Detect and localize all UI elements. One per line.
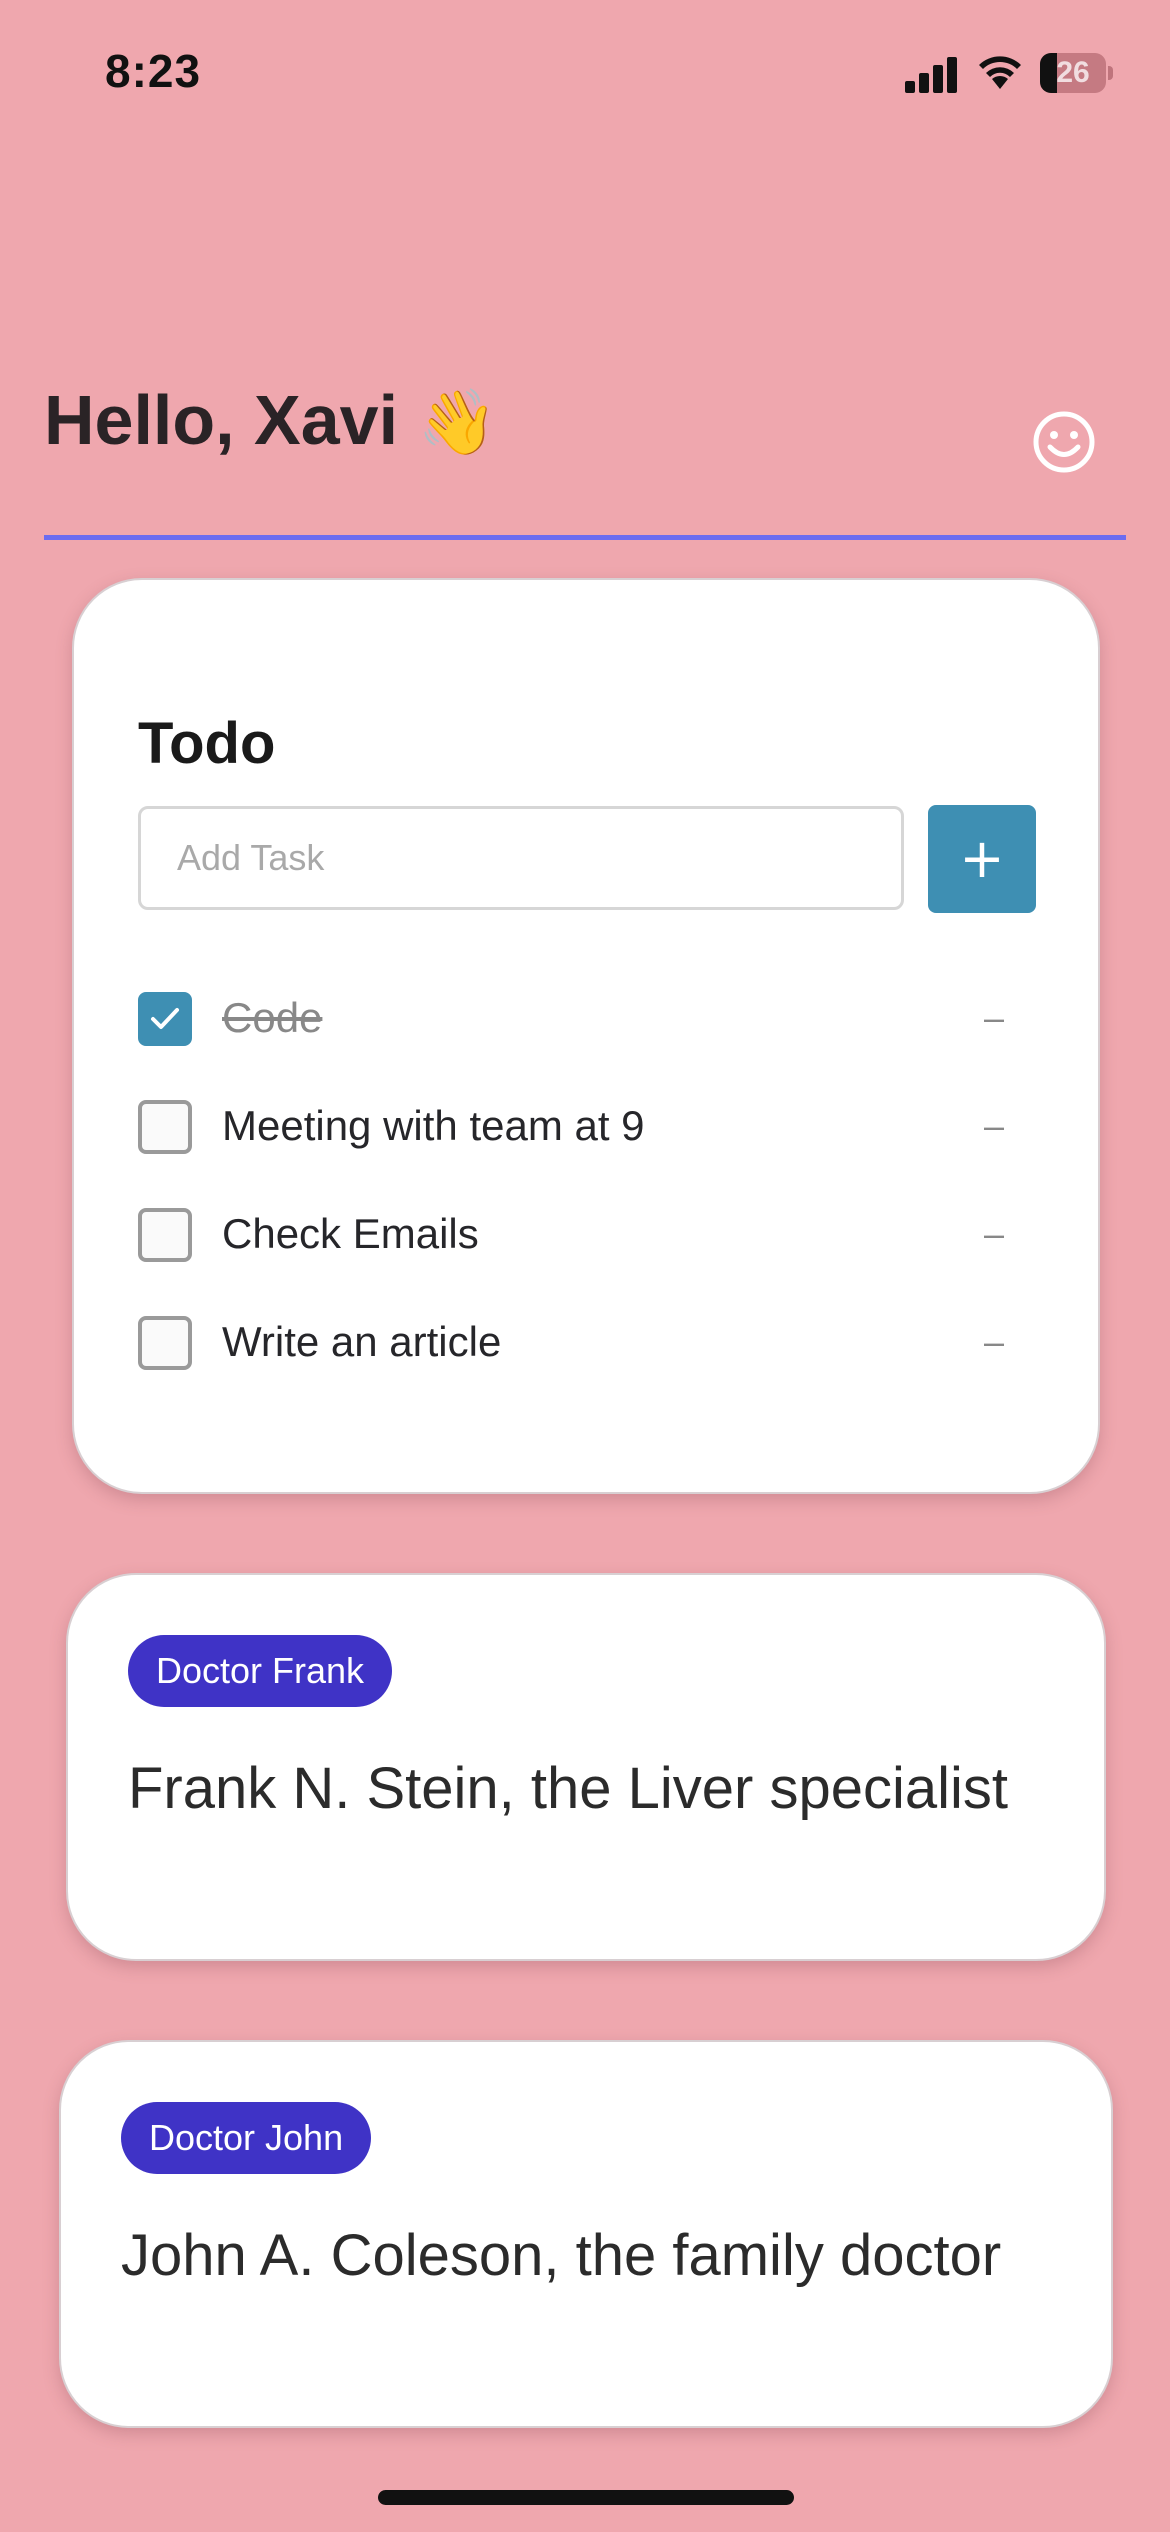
task-label: Check Emails — [222, 1210, 479, 1257]
status-time: 8:23 — [105, 45, 202, 97]
doctor-card[interactable]: Doctor Frank Frank N. Stein, the Liver s… — [66, 1573, 1106, 1961]
task-label: Write an article — [222, 1318, 502, 1365]
doctor-badge: Doctor Frank — [128, 1635, 393, 1707]
header-divider — [44, 535, 1126, 540]
task-label: Meeting with team at 9 — [222, 1102, 645, 1149]
remove-task-button[interactable]: – — [964, 1312, 1024, 1372]
task-item: Code – — [138, 970, 1038, 1078]
greeting-title: Hello, Xavi 👋 — [44, 380, 497, 460]
task-item: Check Emails – — [138, 1186, 1038, 1294]
doctor-description: Frank N. Stein, the Liver specialist — [128, 1756, 1009, 1821]
task-item: Meeting with team at 9 – — [138, 1078, 1038, 1186]
greeting-text: Hello, Xavi — [44, 381, 399, 459]
wifi-icon — [979, 56, 1021, 89]
home-indicator[interactable] — [378, 2490, 794, 2505]
task-checkbox[interactable] — [138, 992, 192, 1046]
task-list: Code – Meeting with team at 9 – Check Em… — [138, 970, 1038, 1402]
task-item: Write an article – — [138, 1294, 1038, 1402]
battery-icon: 26 — [1040, 53, 1114, 93]
checkmark-icon — [151, 1008, 179, 1029]
remove-task-button[interactable]: – — [964, 1204, 1024, 1264]
remove-task-button[interactable]: – — [964, 1096, 1024, 1156]
task-checkbox[interactable] — [138, 1208, 192, 1262]
task-label: Code — [222, 994, 323, 1041]
add-task-input[interactable] — [138, 806, 904, 910]
remove-task-button[interactable]: – — [964, 988, 1024, 1048]
signal-icon — [905, 57, 957, 93]
smiley-face-icon[interactable] — [1032, 410, 1096, 474]
doctor-badge: Doctor John — [121, 2102, 372, 2174]
waving-hand-icon: 👋 — [417, 386, 498, 458]
battery-percentage: 26 — [1056, 56, 1090, 89]
doctor-description: John A. Coleson, the family doctor — [121, 2223, 1002, 2288]
todo-card: Todo + Code – Meeting with team at 9 – C… — [72, 578, 1100, 1494]
task-checkbox[interactable] — [138, 1316, 192, 1370]
doctor-card[interactable]: Doctor John John A. Coleson, the family … — [59, 2040, 1113, 2428]
task-checkbox[interactable] — [138, 1100, 192, 1154]
add-task-button[interactable]: + — [928, 805, 1036, 913]
todo-title: Todo — [138, 711, 276, 776]
